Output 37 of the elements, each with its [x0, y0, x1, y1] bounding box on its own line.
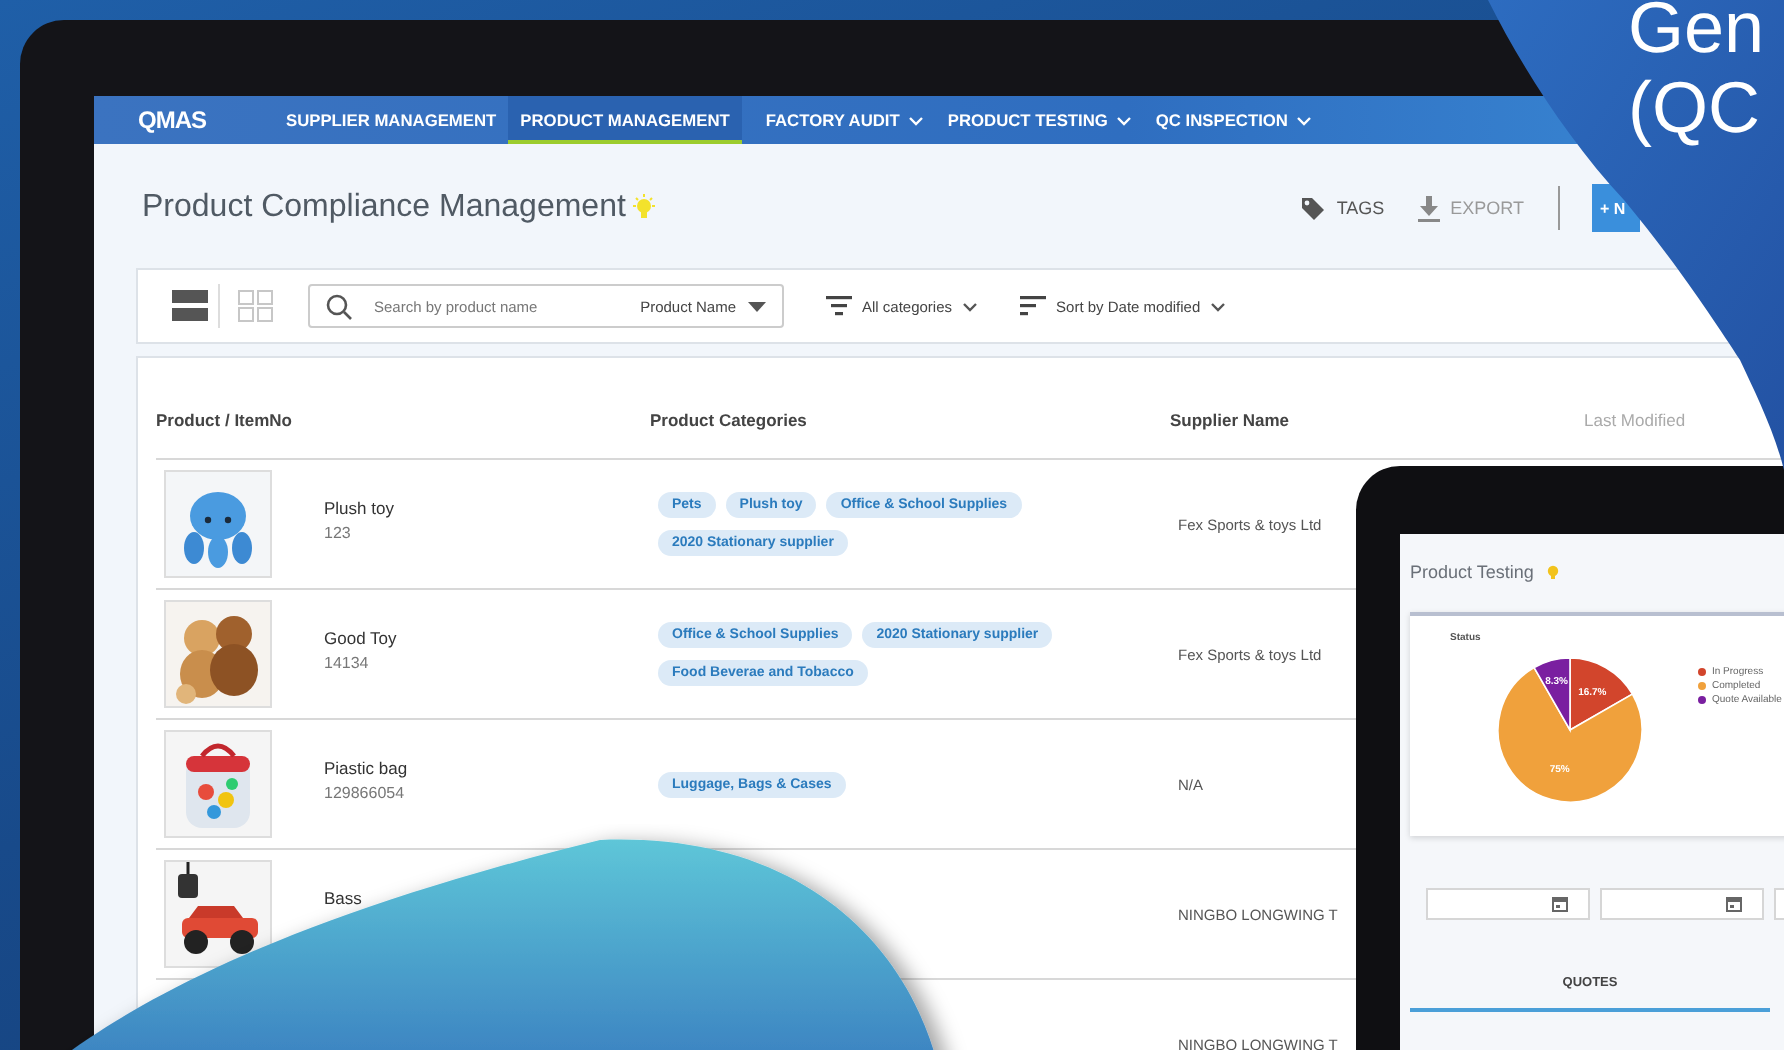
- product-name: Good Toy: [324, 628, 397, 648]
- download-icon: [1418, 195, 1441, 221]
- nav-tab[interactable]: PRODUCT MANAGEMENT: [508, 96, 742, 144]
- chevron-down-icon: [1210, 301, 1227, 311]
- product-name: Piastic bag: [324, 758, 408, 778]
- lightbulb-icon: [631, 194, 656, 222]
- nav-tab[interactable]: FACTORY AUDIT: [753, 96, 936, 144]
- sort-icon: [1020, 296, 1047, 316]
- item-number: 14134: [324, 654, 371, 672]
- column-header: Product Categories: [650, 410, 809, 434]
- list-view-icon[interactable]: [172, 290, 208, 322]
- calendar-icon: [1552, 896, 1568, 912]
- nav-tab[interactable]: QC INSPECTION: [1143, 96, 1324, 144]
- page-title: Product Compliance Management: [142, 190, 626, 226]
- filter-icon: [826, 296, 852, 316]
- product-name: Bass: [324, 888, 362, 908]
- item-number: 129866054: [324, 784, 407, 802]
- headline-text: Gen: [1628, 0, 1765, 68]
- date-field[interactable]: [1600, 888, 1764, 920]
- tags-button[interactable]: TAGS: [1300, 195, 1385, 221]
- screen-title: Product Testing: [1410, 562, 1534, 582]
- item-number: 123: [324, 524, 353, 542]
- caret-icon: [748, 301, 766, 311]
- column-header: Supplier Name: [1170, 410, 1292, 434]
- date-field[interactable]: [1426, 888, 1590, 920]
- search-icon: [326, 293, 352, 319]
- chevron-down-icon: [962, 301, 979, 311]
- product-name: Plush toy: [324, 498, 394, 518]
- column-header: Product / ItemNo: [156, 410, 295, 434]
- tag-icon: [1300, 195, 1327, 221]
- headline-text: (QC: [1628, 68, 1762, 148]
- nav-tab[interactable]: PRODUCT TESTING: [935, 96, 1144, 144]
- column-header: Last Modified: [1584, 410, 1686, 434]
- lightbulb-icon: [1545, 564, 1560, 580]
- calendar-icon: [1726, 896, 1742, 912]
- logo: QMAS: [138, 106, 206, 134]
- nav-tab[interactable]: SUPPLIER MANAGEMENT: [274, 96, 509, 144]
